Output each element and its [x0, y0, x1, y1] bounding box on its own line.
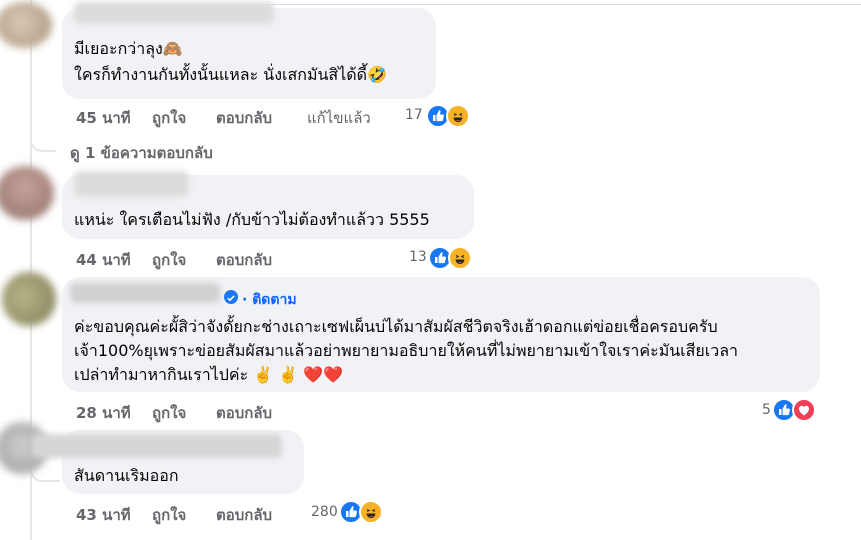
edited-label: แก้ไขแล้ว	[307, 109, 371, 127]
comment-text-line: สันดานเริมออก	[74, 466, 179, 485]
view-replies-link[interactable]: ดู 1 ข้อความตอบกลับ	[70, 141, 213, 165]
comment-bubble: มีเยอะกว่าลุง🙈 ใครก็ทำงานกันทั้งนั้นแหละ…	[62, 2, 436, 99]
avatar[interactable]	[0, 166, 54, 220]
reaction-count[interactable]: 13	[409, 249, 427, 265]
avatar[interactable]	[0, 2, 52, 48]
top-divider	[200, 0, 861, 5]
follow-link[interactable]: · ติดตาม	[242, 289, 297, 311]
comment-text-line: เจ้า100%ยุเพราะข่อยสัมผัสมาแล้วอย่าพยายา…	[74, 341, 739, 360]
haha-icon[interactable]	[446, 104, 470, 128]
comment-bubble: สันดานเริมออก	[32, 430, 304, 494]
commenter-name-blurred[interactable]	[74, 171, 189, 197]
comment-text-line: ใครก็ทำงานกันทั้งนั้นแหละ นั่งเสกมันสิได…	[74, 65, 387, 84]
comment-text-line: ค่ะขอบคุณค่ะผั้สิว่าจังดั้ยกะช่างเถาะเซฟ…	[74, 317, 718, 336]
comment-time[interactable]: 28 นาที	[76, 401, 131, 425]
love-icon[interactable]	[792, 398, 816, 422]
thread-connector	[30, 120, 56, 152]
commenter-name-blurred[interactable]	[70, 283, 220, 303]
reply-button[interactable]: ตอบกลับ	[216, 106, 272, 130]
like-button[interactable]: ถูกใจ	[152, 248, 186, 272]
follow-label[interactable]: ติดตาม	[252, 292, 296, 308]
comment-text-line: เปล่าทำมาหากินเราไปค่ะ ✌️ ✌️ ❤️❤️	[74, 365, 344, 384]
commenter-name-blurred[interactable]	[32, 434, 282, 458]
avatar[interactable]	[2, 272, 56, 326]
reaction-count[interactable]: 17	[405, 107, 423, 123]
reaction-count[interactable]: 280	[311, 504, 338, 520]
comment-text-line: แหน่ะ ใครเตือนไม่ฟัง /กับข้าวไม่ต้องทำแล…	[74, 210, 430, 229]
reply-button[interactable]: ตอบกลับ	[216, 503, 272, 527]
comment-bubble: แหน่ะ ใครเตือนไม่ฟัง /กับข้าวไม่ต้องทำแล…	[62, 171, 474, 239]
reaction-count[interactable]: 5	[762, 402, 771, 418]
comment-time[interactable]: 43 นาที	[76, 503, 131, 527]
haha-icon[interactable]	[359, 500, 383, 524]
commenter-name-blurred[interactable]	[74, 2, 274, 24]
reply-button[interactable]: ตอบกลับ	[216, 248, 272, 272]
verified-badge-icon	[224, 290, 238, 304]
like-button[interactable]: ถูกใจ	[152, 106, 186, 130]
comment-text-line: มีเยอะกว่าลุง🙈	[74, 39, 183, 58]
like-button[interactable]: ถูกใจ	[152, 503, 186, 527]
comment-time[interactable]: 45 นาที	[76, 106, 131, 130]
haha-icon[interactable]	[448, 246, 472, 270]
comment-time[interactable]: 44 นาที	[76, 248, 131, 272]
comment-bubble: · ติดตาม ค่ะขอบคุณค่ะผั้สิว่าจังดั้ยกะช่…	[62, 277, 820, 392]
reply-button[interactable]: ตอบกลับ	[216, 401, 272, 425]
like-button[interactable]: ถูกใจ	[152, 401, 186, 425]
